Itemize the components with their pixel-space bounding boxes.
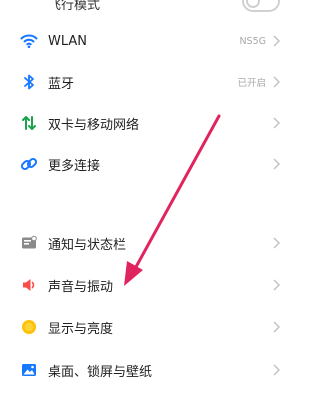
settings-item-label: 显示与亮度 — [48, 321, 114, 337]
chevron-right-icon — [273, 364, 281, 376]
bluetooth-status: 已开启 — [237, 78, 266, 89]
chevron-right-icon — [273, 237, 281, 249]
chevron-right-icon — [273, 321, 281, 333]
settings-item-label: 桌面、锁屏与壁纸 — [48, 364, 153, 380]
settings-item-label: 飞行模式 — [48, 0, 101, 13]
wlan-network-name: NS5G — [239, 35, 266, 47]
bluetooth-icon — [20, 73, 38, 91]
chevron-right-icon — [273, 117, 281, 129]
wallpaper-icon — [20, 361, 38, 379]
settings-item-label: 双卡与移动网络 — [48, 117, 140, 133]
toggle-knob — [246, 0, 260, 8]
settings-item-wlan[interactable]: WLAN NS5G — [0, 21, 300, 61]
settings-item-notifications[interactable]: 通知与状态栏 — [0, 223, 300, 263]
chevron-right-icon — [273, 76, 281, 88]
settings-item-more-connections[interactable]: 更多连接 — [0, 144, 300, 184]
chevron-right-icon — [273, 279, 281, 291]
settings-item-label: 声音与振动 — [48, 279, 114, 295]
settings-item-sound[interactable]: 声音与振动 — [0, 265, 300, 305]
settings-item-label: 更多连接 — [48, 158, 101, 174]
settings-item-label: 通知与状态栏 — [48, 237, 127, 253]
speaker-icon — [20, 276, 38, 294]
brightness-icon — [20, 318, 38, 336]
settings-item-label: 蓝牙 — [48, 76, 75, 92]
settings-item-dual-sim[interactable]: 双卡与移动网络 — [0, 103, 300, 143]
settings-item-display[interactable]: 显示与亮度 — [0, 307, 300, 347]
settings-item-bluetooth[interactable]: 蓝牙 已开启 — [0, 62, 300, 102]
airplane-mode-toggle[interactable] — [242, 0, 280, 12]
settings-screen: 飞行模式 WLAN NS5G 蓝牙 已开启 双卡与移动网络 更多连接 通知与状态… — [0, 0, 300, 400]
settings-item-wallpaper[interactable]: 桌面、锁屏与壁纸 — [0, 350, 300, 390]
chevron-right-icon — [273, 158, 281, 170]
chevron-right-icon — [273, 35, 281, 47]
dual-sim-network-icon — [20, 114, 38, 132]
settings-item-label: WLAN — [48, 33, 88, 49]
notification-icon — [20, 234, 38, 252]
wifi-icon — [20, 32, 38, 50]
link-icon — [20, 155, 38, 173]
